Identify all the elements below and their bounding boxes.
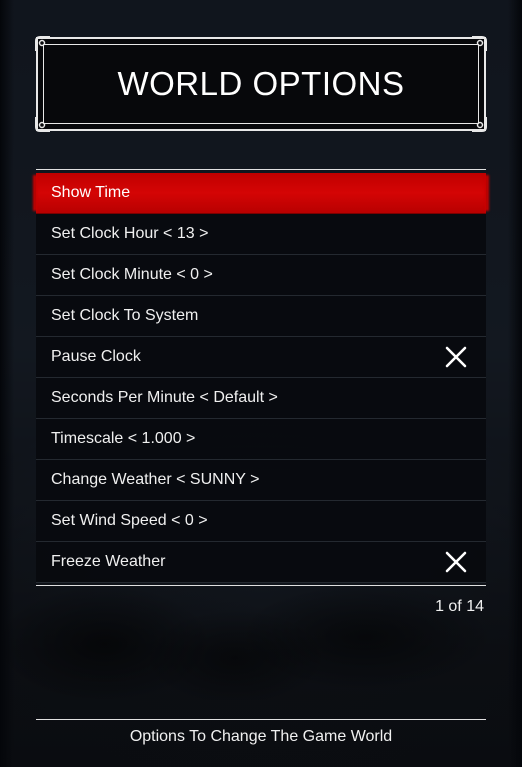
menu-item-label: Set Clock To System — [51, 307, 199, 324]
menu-title: WORLD OPTIONS — [117, 65, 405, 102]
menu-item-set-wind-speed[interactable]: Set Wind Speed < 0 > — [36, 501, 486, 542]
menu-item-set-clock-minute[interactable]: Set Clock Minute < 0 > — [36, 255, 486, 296]
x-icon[interactable] — [444, 345, 468, 369]
ornament-corner-icon — [470, 35, 488, 53]
menu-item-label: Freeze Weather — [51, 553, 166, 570]
menu-item-set-clock-hour[interactable]: Set Clock Hour < 13 > — [36, 214, 486, 255]
page-counter: 1 of 14 — [435, 598, 484, 615]
ornament-corner-icon — [470, 115, 488, 133]
menu-item-label: Set Clock Hour < 13 > — [51, 225, 209, 242]
options-menu: Show Time Set Clock Hour < 13 > Set Cloc… — [36, 173, 486, 583]
footer-divider — [36, 719, 486, 720]
frame-edge-right — [508, 0, 522, 767]
menu-item-freeze-weather[interactable]: Freeze Weather — [36, 542, 486, 583]
menu-item-pause-clock[interactable]: Pause Clock — [36, 337, 486, 378]
menu-item-seconds-per-minute[interactable]: Seconds Per Minute < Default > — [36, 378, 486, 419]
bottom-divider — [36, 585, 486, 586]
top-divider — [36, 169, 486, 170]
ornament-corner-icon — [34, 115, 52, 133]
x-icon[interactable] — [444, 550, 468, 574]
frame-edge-left — [0, 0, 14, 767]
menu-item-show-time[interactable]: Show Time — [36, 173, 486, 214]
menu-item-label: Timescale < 1.000 > — [51, 430, 196, 447]
menu-item-label: Show Time — [51, 184, 131, 201]
menu-item-change-weather[interactable]: Change Weather < SUNNY > — [36, 460, 486, 501]
menu-header: WORLD OPTIONS — [34, 35, 488, 133]
option-description: Options To Change The Game World — [129, 728, 393, 745]
menu-item-set-clock-to-system[interactable]: Set Clock To System — [36, 296, 486, 337]
ornament-corner-icon — [34, 35, 52, 53]
menu-item-label: Change Weather < SUNNY > — [51, 471, 260, 488]
menu-item-label: Set Clock Minute < 0 > — [51, 266, 213, 283]
menu-item-label: Pause Clock — [51, 348, 141, 365]
menu-item-label: Set Wind Speed < 0 > — [51, 512, 208, 529]
menu-item-label: Seconds Per Minute < Default > — [51, 389, 278, 406]
menu-item-timescale[interactable]: Timescale < 1.000 > — [36, 419, 486, 460]
